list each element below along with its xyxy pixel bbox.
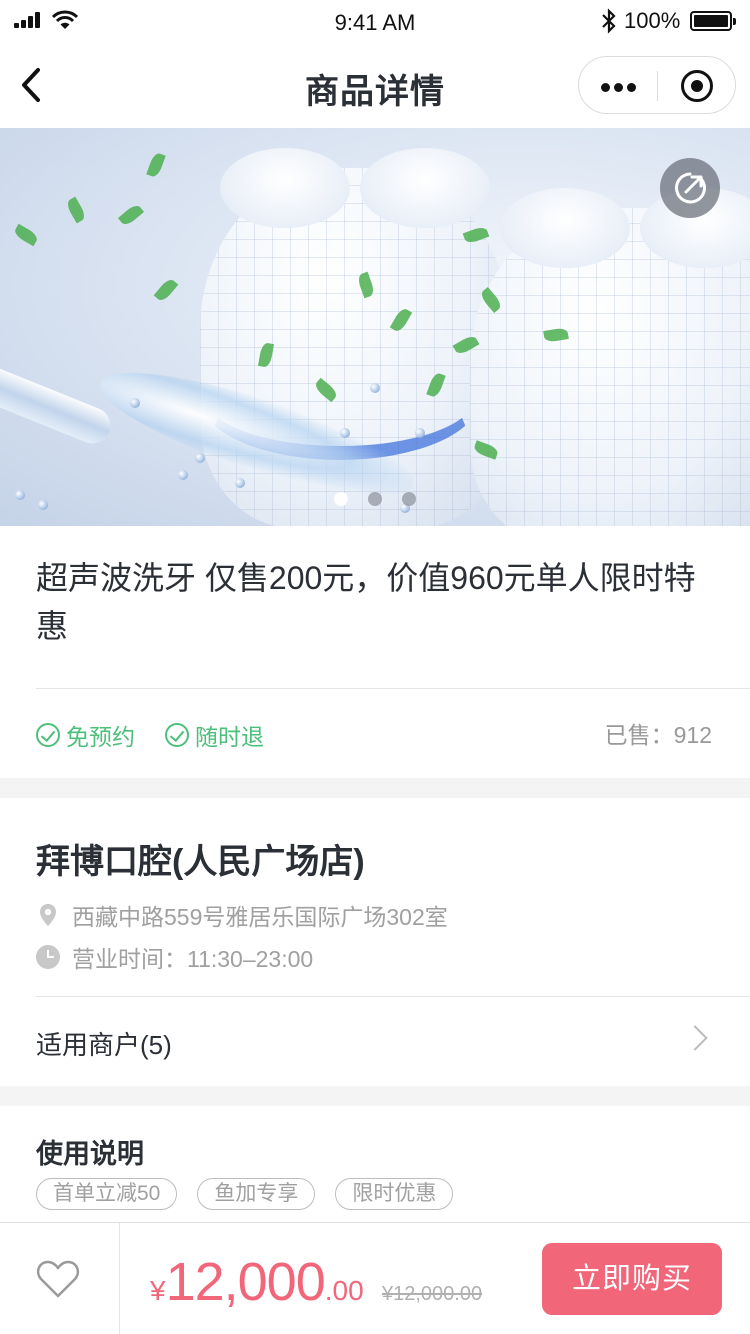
store-card: 拜博口腔(人民广场店) 西藏中路559号雅居乐国际广场302室 营业时间：11:…: [0, 798, 750, 1086]
usage-chip: 首单立减50: [36, 1178, 178, 1210]
bluetooth-icon: [602, 8, 616, 34]
usage-chip: 限时优惠: [335, 1178, 454, 1210]
currency-symbol: ¥: [150, 1275, 166, 1306]
price-integer: 12,000: [165, 1252, 326, 1312]
hours-text: 营业时间：11:30–23:00: [72, 946, 314, 972]
clock-icon: [36, 945, 60, 969]
carousel-dot[interactable]: [402, 492, 416, 506]
share-icon: [675, 172, 706, 204]
more-button[interactable]: [579, 57, 657, 115]
address-text: 西藏中路559号雅居乐国际广场302室: [72, 904, 448, 930]
carousel-dot[interactable]: [368, 492, 382, 506]
store-name: 拜博口腔(人民广场店): [36, 843, 365, 881]
tag-refund-anytime: 随时退: [165, 718, 264, 752]
price-decimal: .00: [324, 1275, 364, 1306]
divider: [36, 688, 750, 689]
usage-chip: 鱼加专享: [197, 1178, 316, 1210]
product-info-card: 超声波洗牙 仅售200元，价值960元单人限时特惠 免预约 随时退 已售：912: [0, 526, 750, 778]
battery-percent: 100%: [624, 8, 681, 33]
tag-no-reservation: 免预约: [36, 718, 135, 752]
close-button[interactable]: [658, 57, 736, 115]
carousel-dot[interactable]: [334, 492, 348, 506]
buy-now-button[interactable]: 立即购买: [542, 1243, 722, 1315]
bottom-action-bar: ¥12,000.00 ¥12,000.00 立即购买: [0, 1222, 750, 1334]
battery-icon: [690, 11, 736, 31]
banner-nozzle: [0, 359, 116, 449]
carousel-indicator: [0, 492, 750, 506]
sold-count: 已售：912: [604, 722, 712, 748]
service-tags: 免预约 随时退: [36, 718, 294, 752]
usage-card: 使用说明 首单立减50 鱼加专享 限时优惠: [0, 1106, 750, 1224]
favorite-button[interactable]: [0, 1223, 120, 1334]
heart-icon: [36, 1260, 80, 1298]
tag-label: 免预约: [66, 724, 135, 750]
check-circle-icon: [165, 723, 189, 747]
merchants-label: 适用商户(5): [36, 1030, 172, 1060]
check-circle-icon: [36, 723, 60, 747]
usage-chips: 首单立减50 鱼加专享 限时优惠: [36, 1178, 473, 1210]
original-price: ¥12,000.00: [382, 1283, 483, 1305]
product-title: 超声波洗牙 仅售200元，价值960元单人限时特惠: [36, 560, 696, 644]
share-button[interactable]: [660, 158, 720, 218]
usage-title: 使用说明: [36, 1139, 144, 1169]
tag-label: 随时退: [195, 724, 264, 750]
applicable-merchants-row[interactable]: 适用商户(5): [0, 997, 750, 1086]
current-price: ¥12,000.00: [150, 1251, 364, 1313]
location-pin-icon: [40, 904, 56, 926]
nav-bar: 商品详情: [0, 44, 750, 128]
mini-program-capsule: [578, 56, 736, 114]
store-hours: 营业时间：11:30–23:00: [36, 940, 313, 974]
store-address[interactable]: 西藏中路559号雅居乐国际广场302室: [36, 898, 448, 932]
banner-tooth-right: [470, 188, 750, 526]
status-bar: 9:41 AM 100%: [0, 0, 750, 44]
product-banner[interactable]: [0, 128, 750, 526]
chevron-right-icon: [682, 1025, 708, 1051]
